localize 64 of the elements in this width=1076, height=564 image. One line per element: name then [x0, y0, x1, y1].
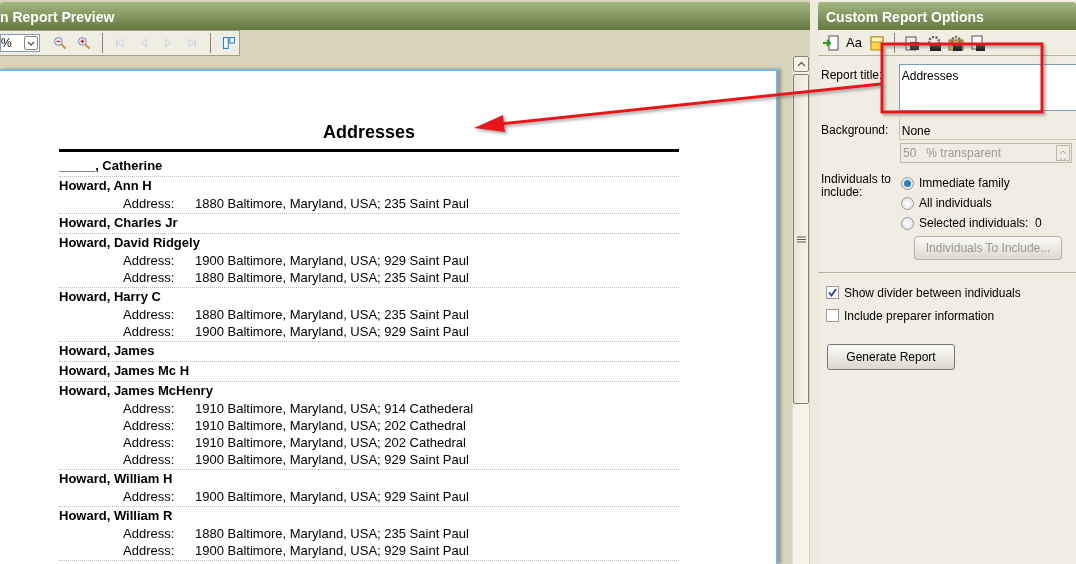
background-dropdown[interactable]: None [898, 119, 1076, 140]
checkmark-icon [828, 288, 837, 297]
gear-folder-icon[interactable] [946, 33, 965, 52]
panel-title: n Report Preview [0, 2, 810, 30]
scroll-thumb[interactable] [793, 74, 809, 404]
page-layout-icon[interactable] [222, 34, 236, 52]
zoom-in-icon[interactable] [76, 34, 91, 52]
font-button[interactable]: Aa [846, 32, 862, 53]
field-label: Address: [123, 488, 176, 505]
address-value: 1910 Baltimore, Maryland, USA; 202 Cathedral [195, 434, 466, 451]
export-icon[interactable] [822, 33, 840, 52]
address-value: 1900 Baltimore, Maryland, USA; 929 Saint Paul [195, 252, 469, 269]
address-value: 1900 Baltimore, Maryland, USA; 929 Saint Paul [195, 488, 469, 505]
address-value: 1910 Baltimore, Maryland, USA; 202 Cathedral [195, 417, 466, 434]
individual-name: Howard, James McHenry [59, 382, 214, 400]
individual-name: Howard, James [59, 342, 156, 360]
field-label: Address: [123, 434, 176, 451]
address-value: 1880 Baltimore, Maryland, USA; 235 Saint Paul [195, 525, 469, 542]
field-label: Address: [123, 542, 176, 559]
address-value: 1880 Baltimore, Maryland, USA; 235 Saint Paul [195, 306, 469, 323]
field-label: Address: [123, 195, 176, 212]
folder-icon[interactable] [867, 33, 886, 52]
generate-button[interactable]: Generate Report [827, 344, 955, 370]
title-field[interactable]: Addresses [898, 64, 1076, 111]
field-label: Address: [123, 525, 176, 542]
individual-name: Howard, Ann H [59, 177, 153, 195]
radio-option[interactable]: All individuals [901, 193, 1062, 213]
field-label: Report title: [821, 67, 884, 84]
individual-name: Howard, Harry C [59, 288, 162, 306]
checkbox-option[interactable]: Include preparer information [826, 304, 1076, 327]
caret-up-icon [796, 61, 806, 67]
page-icon[interactable] [902, 33, 921, 52]
caret-down-icon [26, 40, 35, 46]
individual-name: Howard, William H [59, 470, 174, 488]
radio-option[interactable]: Immediate family [901, 173, 1062, 193]
address-value: 1880 Baltimore, Maryland, USA; 235 Saint Paul [195, 195, 469, 212]
field-label: Address: [123, 252, 176, 269]
scrollbar[interactable] [792, 56, 809, 564]
individual-name: _____, Catherine [59, 157, 164, 175]
field-label: Address: [123, 306, 176, 323]
zoom-out-icon[interactable] [52, 34, 67, 52]
radio-option[interactable]: Selected individuals: 0 [901, 213, 1062, 233]
address-value: 1880 Baltimore, Maryland, USA; 235 Saint Paul [195, 269, 469, 286]
grip-icon [796, 235, 806, 243]
individual-name: Howard, Charles Jr [59, 214, 179, 232]
field-label: Background: [821, 122, 890, 139]
address-value: 1910 Baltimore, Maryland, USA; 914 Cathederal [195, 400, 474, 417]
field-label: Individuals to include: [821, 173, 893, 201]
address-value: 1900 Baltimore, Maryland, USA; 929 Saint Paul [195, 542, 469, 559]
address-value: 1900 Baltimore, Maryland, USA; 929 Saint Paul [195, 323, 469, 340]
individual-name: Howard, David Ridgely [59, 234, 201, 252]
field-label: Address: [123, 269, 176, 286]
individual-name: Howard, William R [59, 507, 174, 525]
scroll-up-button[interactable] [793, 56, 809, 72]
field-label: Address: [123, 417, 176, 434]
field-label: Address: [123, 451, 176, 468]
panel-title: Custom Report Options [818, 2, 1076, 30]
checkbox-option[interactable]: Show divider between individuals [826, 281, 1076, 304]
address-value: 1900 Baltimore, Maryland, USA; 929 Saint Paul [195, 451, 469, 468]
field-label: Address: [123, 323, 176, 340]
field-label: Address: [123, 400, 176, 417]
zoom-combo[interactable]: % [0, 34, 40, 52]
document-icon[interactable] [968, 33, 987, 52]
individual-name: Howard, James Mc H [59, 362, 191, 380]
